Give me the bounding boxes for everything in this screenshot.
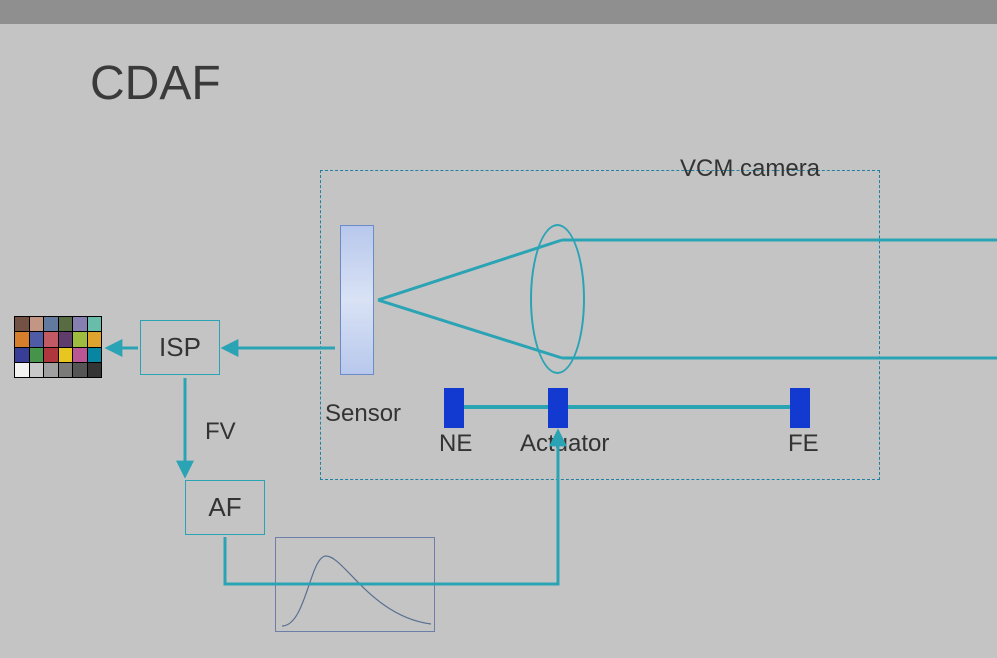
color-swatch [30, 348, 44, 362]
slide-title: CDAF [90, 56, 221, 111]
af-block: AF [185, 480, 265, 535]
fe-end-block [790, 388, 810, 428]
color-swatch [88, 332, 102, 346]
color-swatch [59, 317, 73, 331]
af-text: AF [208, 492, 241, 523]
color-swatch [15, 363, 29, 377]
color-swatch [15, 332, 29, 346]
isp-text: ISP [159, 332, 201, 363]
color-swatch [44, 348, 58, 362]
fe-label: FE [788, 430, 819, 458]
color-swatch [88, 363, 102, 377]
color-swatch [73, 332, 87, 346]
color-swatch [59, 363, 73, 377]
color-swatch [88, 317, 102, 331]
lens-icon [530, 224, 585, 374]
color-swatch [30, 363, 44, 377]
focus-curve-icon [276, 538, 436, 633]
focus-curve-box [275, 537, 435, 632]
window-titlebar [0, 0, 997, 24]
ne-end-block [444, 388, 464, 428]
color-swatch [30, 317, 44, 331]
color-swatch [30, 332, 44, 346]
color-swatch [88, 348, 102, 362]
color-swatch [44, 332, 58, 346]
color-swatch [44, 317, 58, 331]
color-swatch [59, 348, 73, 362]
sensor-block [340, 225, 374, 375]
actuator-block [548, 388, 568, 428]
fv-label: FV [205, 418, 236, 446]
color-swatch [44, 363, 58, 377]
color-swatch [15, 317, 29, 331]
ne-label: NE [439, 430, 472, 458]
color-swatch [15, 348, 29, 362]
vcm-camera-label: VCM camera [680, 155, 820, 183]
isp-block: ISP [140, 320, 220, 375]
actuator-label: Actuator [520, 430, 609, 458]
color-swatch [73, 363, 87, 377]
color-swatch [73, 348, 87, 362]
sensor-label: Sensor [325, 400, 401, 428]
color-swatch [59, 332, 73, 346]
actuator-rail [445, 405, 805, 409]
color-swatch [73, 317, 87, 331]
color-checker-icon [14, 316, 102, 378]
